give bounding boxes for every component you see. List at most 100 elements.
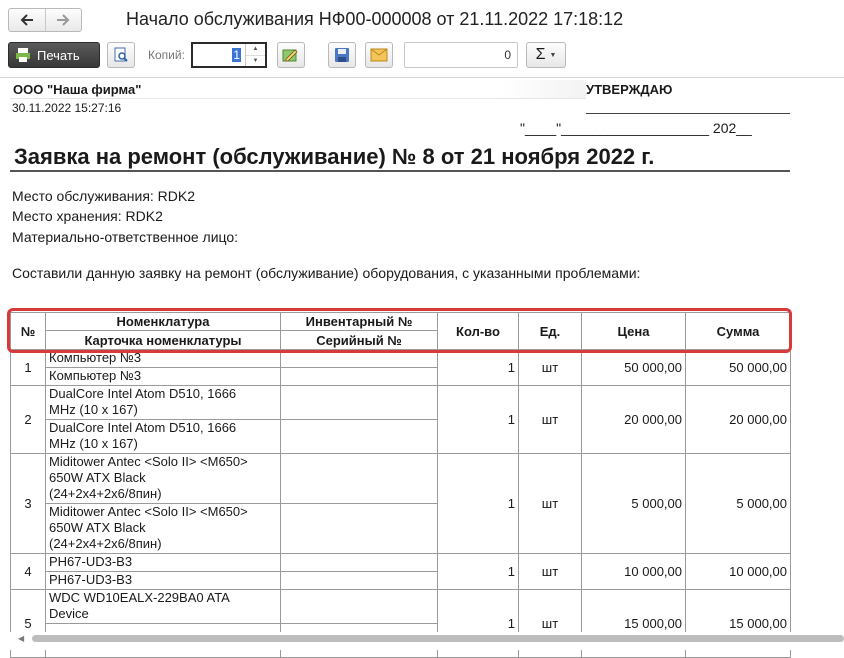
card-cell: Miditower Antec <Solo II> <M650> 650W ATX… [45,503,281,554]
nomenclature-cell-line: 650W ATX Black [49,470,146,485]
inventory-cell [280,385,438,420]
table-row: 3 Miditower Antec <Solo II> <M650> 650W AT… [10,453,791,554]
nomenclature-cell: Компьютер №3 [45,349,281,368]
row-number: 3 [10,453,46,554]
sum-mode-button[interactable]: Σ ▼ [526,42,566,68]
card-cell: PH67-UD3-B3 [45,571,281,590]
table-row: 4 PH67-UD3-B3 1 шт 10 000,00 10 000,00 [10,553,791,590]
nomenclature-cell: PH67-UD3-B3 [45,553,281,572]
arrow-left-icon [20,14,33,26]
spin-down-icon[interactable]: ▼ [246,54,265,67]
row-number: 2 [10,385,46,454]
price-cell: 5 000,00 [581,453,686,554]
nomenclature-cell-line: Miditower Antec <Solo II> <M650> [49,454,248,469]
nomenclature-cell-line: (24+2x4+2x6/8пин) [49,486,162,501]
card-cell-line: MHz (10 x 167) [49,436,138,451]
preview-button[interactable] [107,42,135,68]
approve-date-line: "____"___________________ 202__ [520,120,752,136]
serial-cell [280,419,438,454]
header-price: Цена [581,312,686,350]
send-email-button[interactable] [365,42,393,68]
header-nomenclature: Номенклатура [45,312,281,331]
arrow-right-icon [57,14,70,26]
card-cell: Компьютер №3 [45,367,281,386]
magnifier-icon [114,47,128,62]
unit-cell: шт [518,349,582,386]
nomenclature-cell: WDC WD10EALX-229BA0 ATA Device [45,589,281,624]
serial-cell [280,503,438,554]
price-cell: 50 000,00 [581,349,686,386]
price-cell: 20 000,00 [581,385,686,454]
nomenclature-cell: Miditower Antec <Solo II> <M650> 650W ATX… [45,453,281,504]
copies-value: 1 [232,48,241,62]
card-cell-line: 650W ATX Black [49,520,146,535]
qty-cell: 1 [437,453,519,554]
header-inventory: Инвентарный № [280,312,438,331]
back-button[interactable] [9,9,45,31]
sum-cell: 10 000,00 [685,553,791,590]
nomenclature-cell-line: PH67-UD3-B3 [49,554,133,569]
card-cell-line: Компьютер №3 [49,368,142,383]
inventory-cell [280,553,438,572]
nomenclature-cell-line: DualCore Intel Atom D510, 1666 [49,386,237,401]
sigma-icon: Σ [535,46,546,63]
horizontal-scrollbar[interactable]: ◀ [0,632,844,650]
inventory-cell [280,453,438,504]
envelope-icon [370,48,388,62]
inventory-cell [280,589,438,624]
spin-up-icon[interactable]: ▲ [246,44,265,55]
scrollbar-thumb[interactable] [32,635,844,642]
card-cell: DualCore Intel Atom D510, 1666 MHz (10 x … [45,419,281,454]
request-intro: Составили данную заявку на ремонт (обслу… [12,265,641,281]
card-cell-line: DualCore Intel Atom D510, 1666 [49,420,237,435]
sum-cell: 5 000,00 [685,453,791,554]
navigation-buttons [8,8,82,32]
sum-cell: 50 000,00 [685,349,791,386]
window-title: Начало обслуживания НФ00-000008 от 21.11… [126,9,624,29]
save-button[interactable] [328,42,356,68]
scroll-left-icon[interactable]: ◀ [18,634,24,643]
unit-cell: шт [518,385,582,454]
header-card: Карточка номенклатуры [45,330,281,350]
pencil-sheet-icon [282,49,298,62]
card-cell-line: (24+2x4+2x6/8пин) [49,536,162,551]
printer-icon [16,48,30,62]
header-sum: Сумма [685,312,791,350]
table-row: 5 WDC WD10EALX-229BA0 ATA Device 1 шт 15 000,… [10,589,791,658]
row-number: 1 [10,349,46,386]
sum-cell: 20 000,00 [685,385,791,454]
document-heading: Заявка на ремонт (обслуживание) № 8 от 2… [14,144,655,169]
document-date: 30.11.2022 15:27:16 [12,101,122,115]
table-row: 1 Компьютер №3 1 шт 50 000,00 50 000,00 [10,349,791,386]
equipment-table: № Номенклатура Инвентарный № Кол-во Ед. … [10,312,791,658]
row-number: 4 [10,553,46,590]
copies-input[interactable]: 1 ▲ ▼ [191,42,267,68]
service-place: Место обслуживания: RDK2 [12,188,196,204]
inventory-cell [280,349,438,368]
serial-cell [280,571,438,590]
forward-button[interactable] [44,9,82,31]
header-num: № [10,312,46,350]
qty-cell: 1 [437,385,519,454]
nomenclature-cell: DualCore Intel Atom D510, 1666 MHz (10 x … [45,385,281,420]
edit-button[interactable] [277,42,305,68]
nomenclature-cell-line: MHz (10 x 167) [49,402,138,417]
price-cell: 10 000,00 [581,553,686,590]
approve-label: УТВЕРЖДАЮ [586,82,673,97]
company-name: ООО "Наша фирма" [10,80,586,99]
print-button-label: Печать [37,47,80,63]
responsible-person: Материально-ответственное лицо: [12,229,239,245]
serial-cell [280,367,438,386]
sum-field[interactable]: 0 [404,42,518,68]
unit-cell: шт [518,553,582,590]
card-cell-line: Miditower Antec <Solo II> <M650> [49,504,248,519]
header-qty: Кол-во [437,312,519,350]
approve-signature-line [586,113,790,114]
nomenclature-cell-line: Device [49,606,89,621]
heading-divider [10,170,790,172]
nomenclature-cell-line: WDC WD10EALX-229BA0 ATA [49,590,230,605]
table-row: 2 DualCore Intel Atom D510, 1666 MHz (10 x… [10,385,791,454]
card-cell-line: PH67-UD3-B3 [49,572,133,587]
copies-label: Копий: [148,48,185,62]
print-button[interactable]: Печать [8,42,100,68]
